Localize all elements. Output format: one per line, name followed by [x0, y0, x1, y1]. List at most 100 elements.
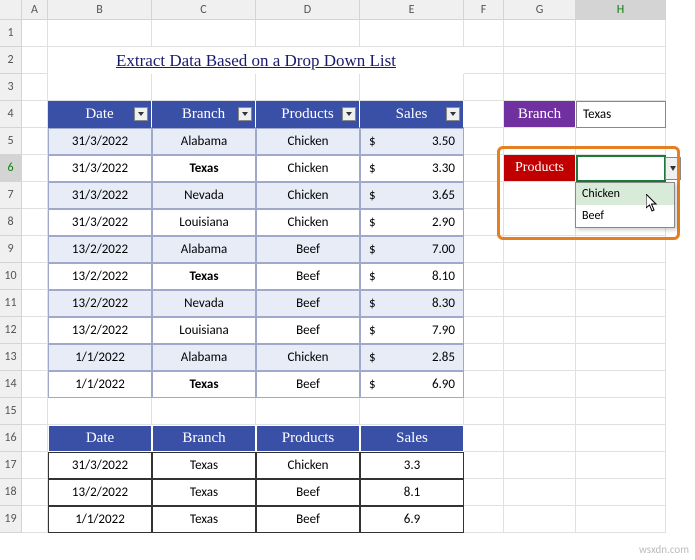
row-header-9[interactable]: 9 — [0, 236, 22, 263]
table-header-date: Date — [48, 101, 152, 128]
table-cell[interactable]: 13/2/2022 — [48, 317, 152, 344]
result-cell[interactable]: 1/1/2022 — [48, 506, 152, 533]
table-cell[interactable]: 3.65 — [360, 182, 464, 209]
row-header-11[interactable]: 11 — [0, 290, 22, 317]
row-header-19[interactable]: 19 — [0, 506, 22, 533]
result-cell[interactable]: Beef — [256, 479, 360, 506]
chevron-down-icon[interactable] — [665, 157, 681, 180]
table-cell[interactable]: 7.00 — [360, 236, 464, 263]
row-header-12[interactable]: 12 — [0, 317, 22, 344]
table-cell[interactable]: 3.30 — [360, 155, 464, 182]
col-header-D[interactable]: D — [256, 0, 360, 20]
filter-icon[interactable] — [342, 107, 356, 121]
table-header-sales: Sales — [360, 101, 464, 128]
row-header-2[interactable]: 2 — [0, 47, 22, 74]
table-cell[interactable]: Beef — [256, 317, 360, 344]
table-cell[interactable]: 13/2/2022 — [48, 290, 152, 317]
col-header-F[interactable]: F — [464, 0, 504, 20]
table-cell[interactable]: Texas — [152, 155, 256, 182]
branch-input[interactable]: Texas — [576, 101, 666, 128]
spreadsheet-grid: A B C D E F G H 1 2 Extract Data Based o… — [0, 0, 695, 533]
table-cell[interactable]: Texas — [152, 371, 256, 398]
table-cell[interactable]: Louisiana — [152, 209, 256, 236]
col-header-B[interactable]: B — [48, 0, 152, 20]
result-cell[interactable]: 6.9 — [360, 506, 464, 533]
table-cell[interactable]: Beef — [256, 371, 360, 398]
result-header-date: Date — [48, 425, 152, 452]
table-cell[interactable]: 31/3/2022 — [48, 209, 152, 236]
table-cell[interactable]: 31/3/2022 — [48, 155, 152, 182]
row-header-8[interactable]: 8 — [0, 209, 22, 236]
table-cell[interactable]: Beef — [256, 236, 360, 263]
table-cell[interactable]: 13/2/2022 — [48, 263, 152, 290]
table-cell[interactable]: 1/1/2022 — [48, 344, 152, 371]
filter-icon[interactable] — [238, 107, 252, 121]
row-header-6[interactable]: 6 — [0, 155, 22, 182]
table-cell[interactable]: 6.90 — [360, 371, 464, 398]
table-cell[interactable]: Texas — [152, 263, 256, 290]
row-header-17[interactable]: 17 — [0, 452, 22, 479]
table-cell[interactable]: 7.90 — [360, 317, 464, 344]
table-cell[interactable]: 8.10 — [360, 263, 464, 290]
table-cell[interactable]: 1/1/2022 — [48, 371, 152, 398]
table-cell[interactable]: Chicken — [256, 344, 360, 371]
col-header-H[interactable]: H — [576, 0, 666, 20]
table-cell[interactable]: 2.85 — [360, 344, 464, 371]
row-header-1[interactable]: 1 — [0, 20, 22, 47]
result-cell[interactable]: Texas — [152, 506, 256, 533]
row-header-15[interactable]: 15 — [0, 398, 22, 425]
table-cell[interactable]: 3.50 — [360, 128, 464, 155]
table-cell[interactable]: Beef — [256, 263, 360, 290]
row-header-18[interactable]: 18 — [0, 479, 22, 506]
result-cell[interactable]: Chicken — [256, 452, 360, 479]
row-header-3[interactable]: 3 — [0, 74, 22, 101]
table-cell[interactable]: Alabama — [152, 128, 256, 155]
branch-label: Branch — [504, 101, 576, 128]
table-cell[interactable]: 31/3/2022 — [48, 128, 152, 155]
result-cell[interactable]: 3.3 — [360, 452, 464, 479]
table-cell[interactable]: Chicken — [256, 128, 360, 155]
row-header-7[interactable]: 7 — [0, 182, 22, 209]
table-cell[interactable]: Nevada — [152, 182, 256, 209]
row-header-16[interactable]: 16 — [0, 425, 22, 452]
row-header-14[interactable]: 14 — [0, 371, 22, 398]
result-cell[interactable]: 8.1 — [360, 479, 464, 506]
select-all-corner[interactable] — [0, 0, 22, 20]
dropdown-item-chicken[interactable]: Chicken — [576, 183, 674, 205]
table-cell[interactable]: Alabama — [152, 344, 256, 371]
filter-icon[interactable] — [446, 107, 460, 121]
table-cell[interactable]: 8.30 — [360, 290, 464, 317]
result-cell[interactable]: 13/2/2022 — [48, 479, 152, 506]
row-header-13[interactable]: 13 — [0, 344, 22, 371]
table-cell[interactable]: Louisiana — [152, 317, 256, 344]
table-cell[interactable]: Chicken — [256, 182, 360, 209]
result-cell[interactable]: 31/3/2022 — [48, 452, 152, 479]
table-cell[interactable]: Chicken — [256, 209, 360, 236]
table-cell[interactable]: Alabama — [152, 236, 256, 263]
result-cell[interactable]: Texas — [152, 452, 256, 479]
table-cell[interactable]: Beef — [256, 290, 360, 317]
col-header-G[interactable]: G — [504, 0, 576, 20]
row-header-10[interactable]: 10 — [0, 263, 22, 290]
result-header-branch: Branch — [152, 425, 256, 452]
table-header-products: Products — [256, 101, 360, 128]
table-cell[interactable]: 31/3/2022 — [48, 182, 152, 209]
col-header-E[interactable]: E — [360, 0, 464, 20]
products-dropdown-input[interactable] — [576, 155, 666, 182]
filter-icon[interactable] — [134, 107, 148, 121]
result-header-products: Products — [256, 425, 360, 452]
table-cell[interactable]: 13/2/2022 — [48, 236, 152, 263]
table-cell[interactable]: Nevada — [152, 290, 256, 317]
result-cell[interactable]: Texas — [152, 479, 256, 506]
row-header-4[interactable]: 4 — [0, 101, 22, 128]
col-header-C[interactable]: C — [152, 0, 256, 20]
page-title: Extract Data Based on a Drop Down List — [48, 47, 464, 74]
result-header-sales: Sales — [360, 425, 464, 452]
table-cell[interactable]: Chicken — [256, 155, 360, 182]
dropdown-item-beef[interactable]: Beef — [576, 205, 674, 227]
col-header-A[interactable]: A — [22, 0, 48, 20]
table-cell[interactable]: 2.90 — [360, 209, 464, 236]
row-header-5[interactable]: 5 — [0, 128, 22, 155]
watermark: wsxdn.com — [639, 543, 689, 556]
result-cell[interactable]: Beef — [256, 506, 360, 533]
